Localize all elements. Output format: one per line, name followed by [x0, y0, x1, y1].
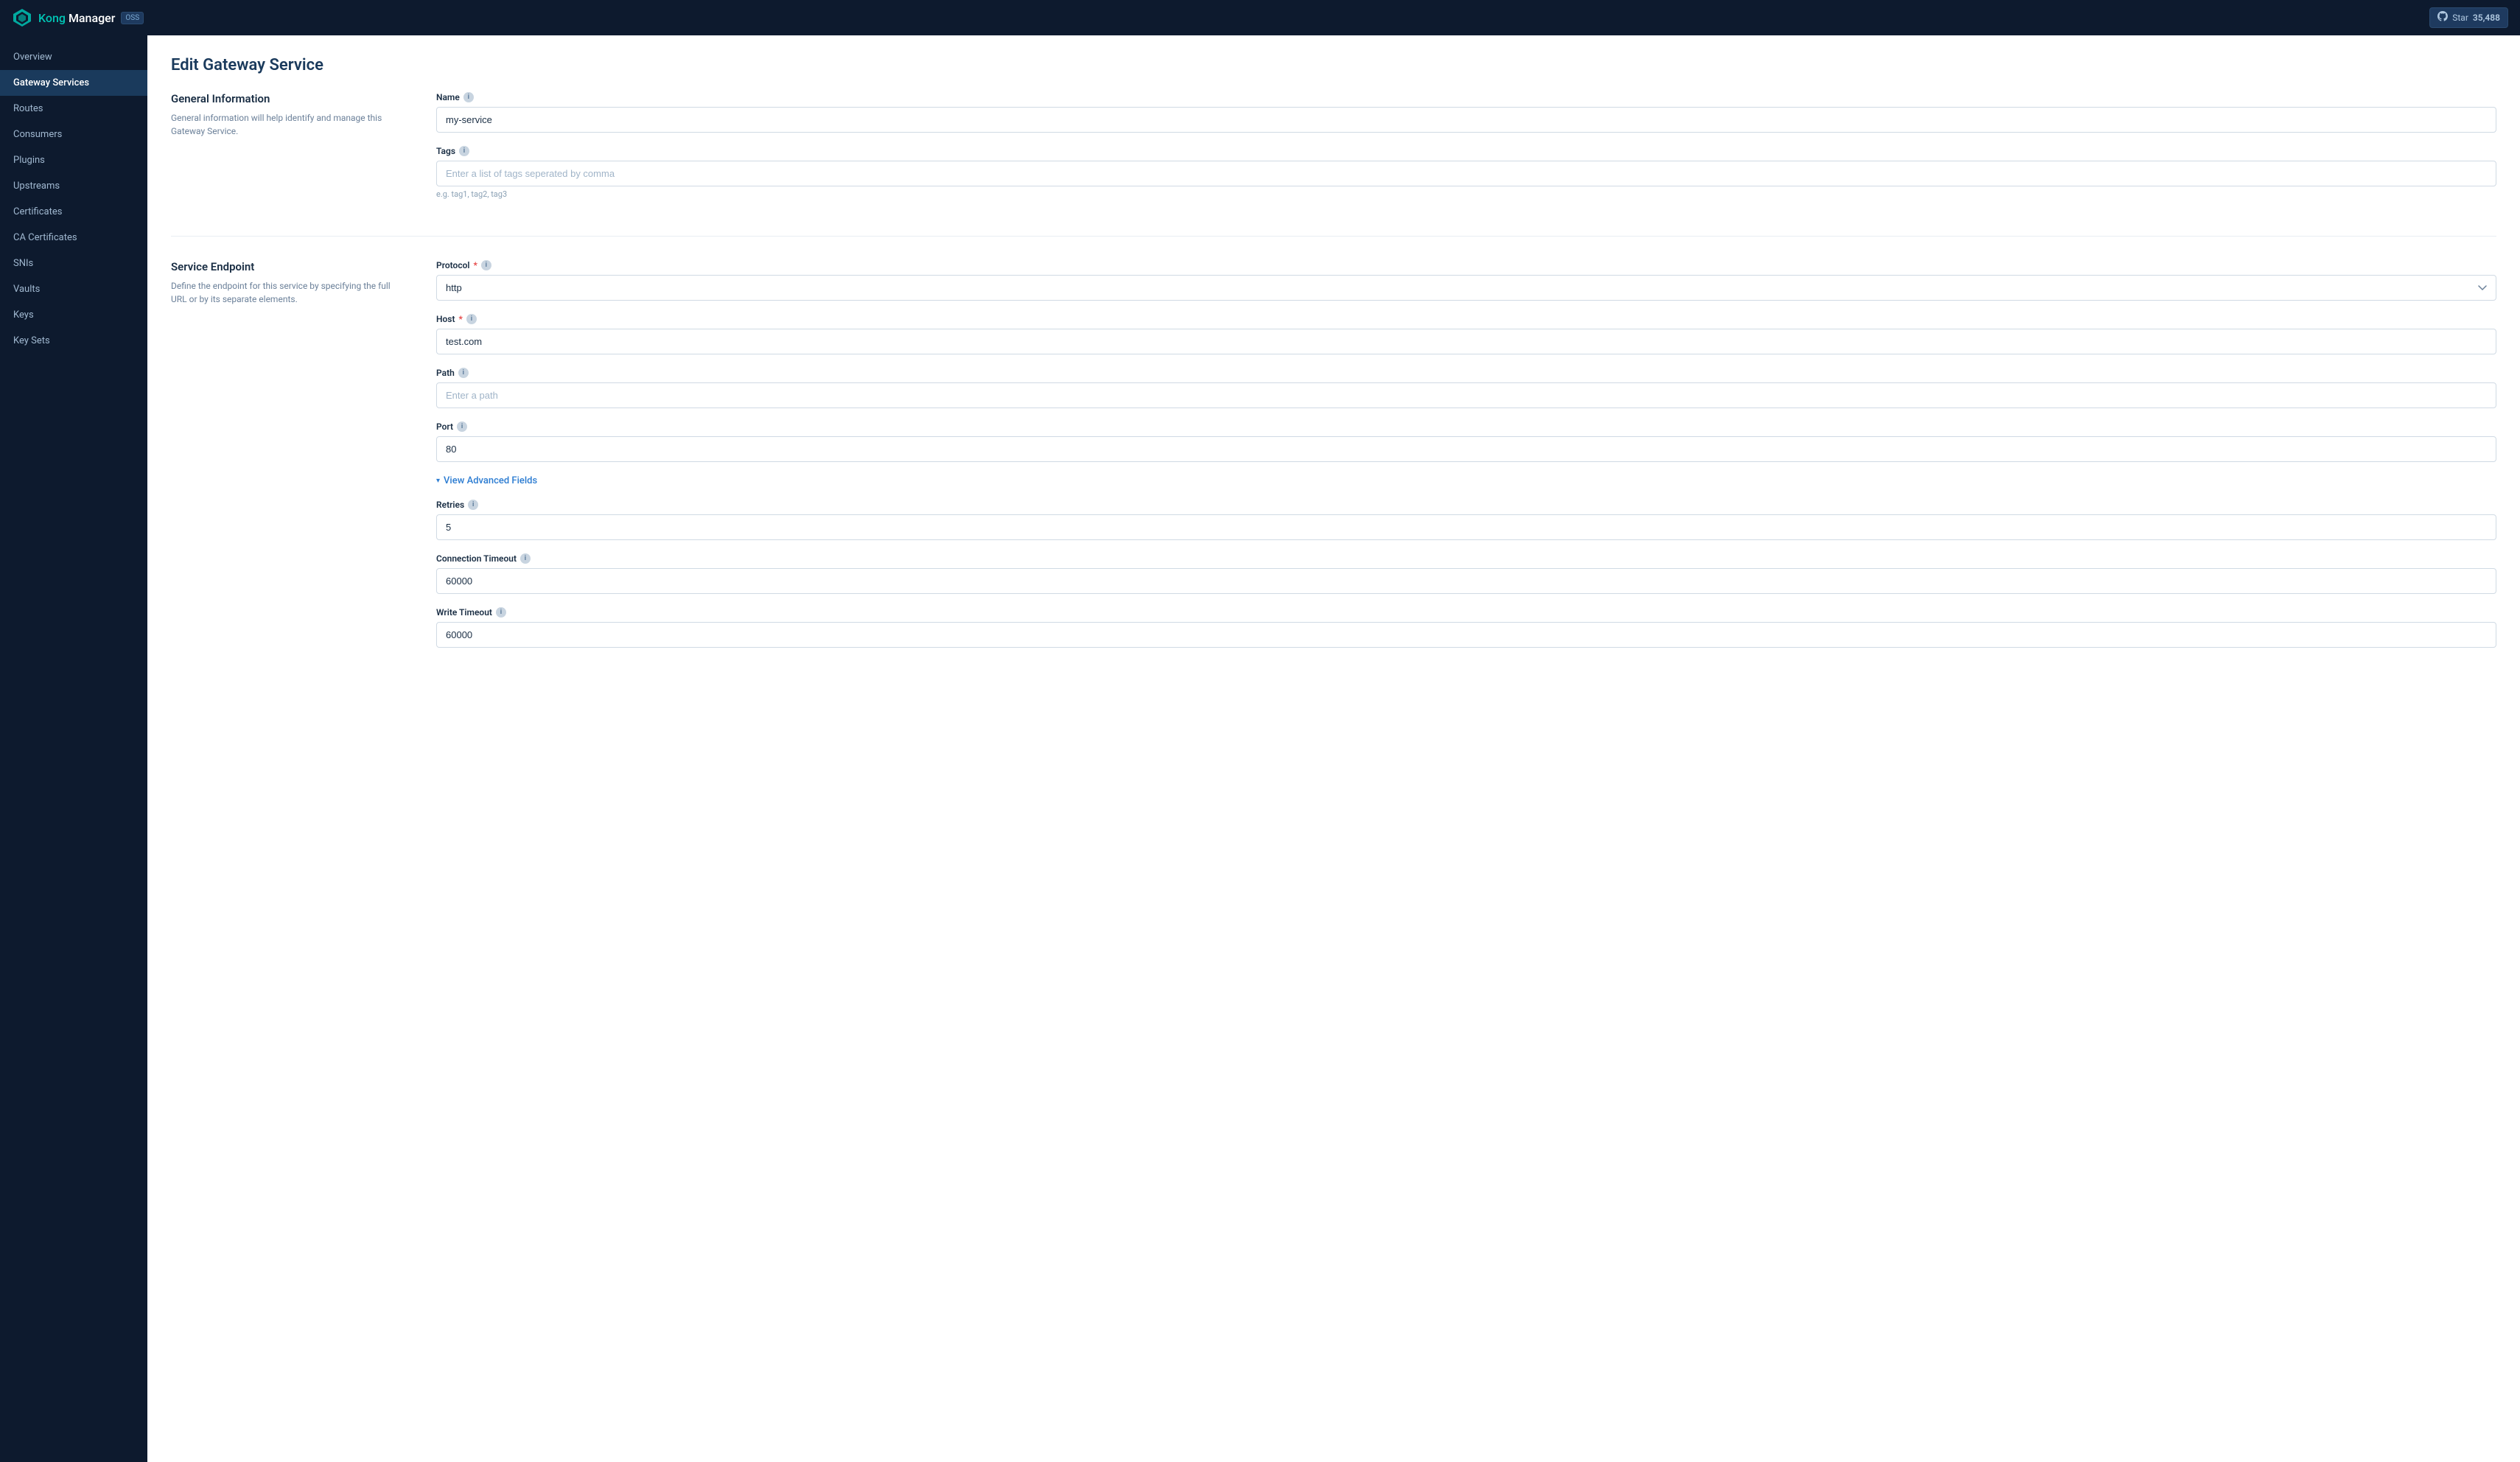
- endpoint-description: Service Endpoint Define the endpoint for…: [171, 260, 407, 661]
- path-field-group: Path i: [436, 368, 2496, 408]
- protocol-select[interactable]: http https grpc grpcs tcp tls udp ws wss: [436, 275, 2496, 301]
- general-info-title: General Information: [171, 92, 407, 105]
- sidebar-item-plugins[interactable]: Plugins: [0, 147, 147, 173]
- tags-label: Tags i: [436, 146, 2496, 156]
- main-layout: Overview Gateway Services Routes Consume…: [0, 35, 2520, 1462]
- github-icon: [2437, 11, 2448, 24]
- sidebar-item-consumers[interactable]: Consumers: [0, 122, 147, 147]
- host-label: Host * i: [436, 314, 2496, 324]
- write-timeout-label: Write Timeout i: [436, 607, 2496, 618]
- github-star-count: 35,488: [2473, 13, 2500, 23]
- port-field-group: Port i: [436, 422, 2496, 462]
- github-star-button[interactable]: Star 35,488: [2429, 7, 2508, 28]
- sidebar-item-certificates[interactable]: Certificates: [0, 199, 147, 225]
- tags-info-icon: i: [459, 146, 469, 156]
- sidebar-item-overview[interactable]: Overview: [0, 44, 147, 70]
- connection-timeout-input[interactable]: [436, 568, 2496, 594]
- endpoint-desc: Define the endpoint for this service by …: [171, 279, 407, 306]
- general-information-section: General Information General information …: [171, 92, 2496, 237]
- write-timeout-info-icon: i: [496, 607, 506, 618]
- host-input[interactable]: [436, 329, 2496, 354]
- retries-label: Retries i: [436, 500, 2496, 510]
- endpoint-title: Service Endpoint: [171, 260, 407, 273]
- host-field-group: Host * i: [436, 314, 2496, 354]
- tags-input[interactable]: [436, 161, 2496, 186]
- connection-timeout-field-group: Connection Timeout i: [436, 553, 2496, 594]
- sidebar-item-snis[interactable]: SNIs: [0, 251, 147, 276]
- tags-hint: e.g. tag1, tag2, tag3: [436, 189, 2496, 199]
- connection-timeout-info-icon: i: [520, 553, 531, 564]
- protocol-field-group: Protocol * i http https grpc grpcs tcp t…: [436, 260, 2496, 301]
- tags-field-group: Tags i e.g. tag1, tag2, tag3: [436, 146, 2496, 199]
- sidebar: Overview Gateway Services Routes Consume…: [0, 35, 147, 1462]
- endpoint-fields: Protocol * i http https grpc grpcs tcp t…: [436, 260, 2496, 661]
- general-fields: Name i Tags i e.g. tag1, tag2, tag3: [436, 92, 2496, 212]
- name-input[interactable]: [436, 107, 2496, 133]
- host-info-icon: i: [466, 314, 477, 324]
- name-label: Name i: [436, 92, 2496, 102]
- path-input[interactable]: [436, 382, 2496, 408]
- retries-info-icon: i: [468, 500, 478, 510]
- retries-field-group: Retries i: [436, 500, 2496, 540]
- write-timeout-input[interactable]: [436, 622, 2496, 648]
- name-field-group: Name i: [436, 92, 2496, 133]
- connection-timeout-label: Connection Timeout i: [436, 553, 2496, 564]
- sidebar-item-keys[interactable]: Keys: [0, 302, 147, 328]
- name-info-icon: i: [463, 92, 474, 102]
- write-timeout-field-group: Write Timeout i: [436, 607, 2496, 648]
- path-info-icon: i: [458, 368, 469, 378]
- oss-badge: OSS: [121, 12, 144, 24]
- port-info-icon: i: [457, 422, 467, 432]
- port-input[interactable]: [436, 436, 2496, 462]
- sidebar-item-upstreams[interactable]: Upstreams: [0, 173, 147, 199]
- retries-input[interactable]: [436, 514, 2496, 540]
- host-required: *: [459, 314, 463, 324]
- logo-area: Kong Manager OSS: [12, 7, 144, 28]
- sidebar-item-gateway-services[interactable]: Gateway Services: [0, 70, 147, 96]
- sidebar-item-routes[interactable]: Routes: [0, 96, 147, 122]
- path-label: Path i: [436, 368, 2496, 378]
- protocol-info-icon: i: [481, 260, 491, 270]
- protocol-label: Protocol * i: [436, 260, 2496, 270]
- top-header: Kong Manager OSS Star 35,488: [0, 0, 2520, 35]
- general-info-desc: General information will help identify a…: [171, 111, 407, 138]
- github-star-label: Star: [2452, 13, 2468, 23]
- chevron-down-icon: ▾: [436, 477, 440, 485]
- brand-name: Kong Manager: [38, 11, 115, 25]
- sidebar-item-ca-certificates[interactable]: CA Certificates: [0, 225, 147, 251]
- page-title: Edit Gateway Service: [171, 56, 2496, 74]
- advanced-fields-toggle[interactable]: ▾ View Advanced Fields: [436, 475, 2496, 486]
- sidebar-item-vaults[interactable]: Vaults: [0, 276, 147, 302]
- protocol-required: *: [473, 260, 477, 270]
- port-label: Port i: [436, 422, 2496, 432]
- service-endpoint-section: Service Endpoint Define the endpoint for…: [171, 260, 2496, 685]
- kong-logo-icon: [12, 7, 32, 28]
- content-area: Edit Gateway Service General Information…: [147, 35, 2520, 1462]
- general-info-description: General Information General information …: [171, 92, 407, 212]
- sidebar-item-key-sets[interactable]: Key Sets: [0, 328, 147, 354]
